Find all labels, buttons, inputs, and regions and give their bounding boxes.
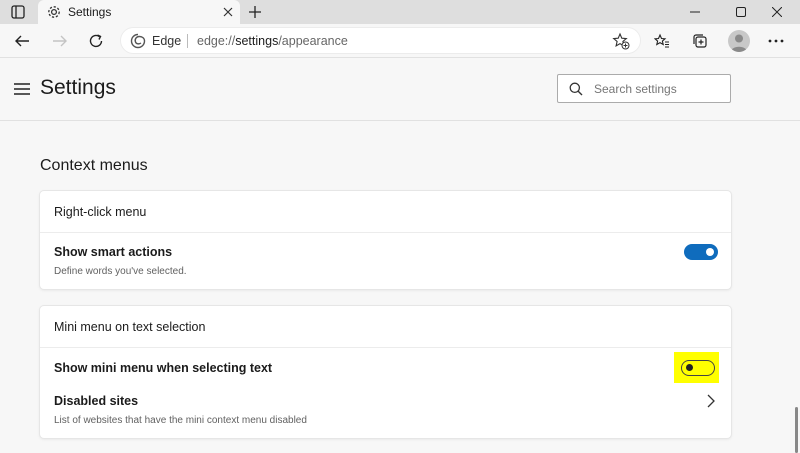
hamburger-menu-icon[interactable] (14, 83, 30, 95)
chevron-right-icon[interactable] (705, 394, 717, 408)
edge-icon (130, 33, 146, 49)
search-input[interactable] (594, 80, 724, 98)
show-mini-menu-title: Show mini menu when selecting text (54, 361, 273, 375)
close-icon (772, 7, 782, 17)
url-scheme: edge:// (197, 34, 236, 48)
forward-button[interactable] (48, 29, 72, 53)
smart-actions-title: Show smart actions (54, 245, 173, 259)
omnibox-divider (187, 34, 188, 48)
disabled-sites-title[interactable]: Disabled sites (54, 394, 138, 408)
section-title: Context menus (40, 157, 148, 174)
tab-title: Settings (68, 5, 112, 19)
back-button[interactable] (10, 29, 34, 53)
smart-actions-toggle[interactable] (684, 244, 718, 260)
card-heading: Right-click menu (54, 205, 147, 219)
url-path: /appearance (278, 34, 348, 48)
tab-strip: Settings (0, 0, 800, 24)
url-host: settings (235, 34, 279, 48)
site-label: Edge (152, 34, 182, 48)
favorites-icon (654, 33, 669, 48)
card-divider (40, 347, 731, 348)
smart-actions-description: Define words you've selected. (54, 266, 187, 277)
show-mini-menu-toggle[interactable] (681, 360, 715, 376)
tab-actions-button[interactable] (8, 3, 28, 21)
minimize-button[interactable] (672, 0, 718, 24)
right-click-menu-card: Right-click menu Show smart actions Defi… (40, 191, 731, 289)
scrollbar-thumb[interactable] (795, 407, 798, 453)
close-window-button[interactable] (754, 0, 800, 24)
tab-settings[interactable]: Settings (38, 0, 240, 24)
arrow-left-icon (15, 35, 29, 47)
disabled-sites-description: List of websites that have the mini cont… (54, 415, 307, 426)
refresh-button[interactable] (84, 29, 108, 53)
url-text[interactable]: edge://settings/appearance (197, 34, 348, 48)
close-icon (223, 7, 233, 17)
favorites-button[interactable] (650, 29, 674, 53)
maximize-icon (736, 7, 746, 17)
settings-header: Settings (0, 59, 800, 121)
page-title: Settings (40, 76, 116, 99)
gear-icon (48, 6, 60, 18)
card-divider (40, 232, 731, 233)
toggle-knob (686, 364, 693, 371)
address-bar[interactable]: Edge edge://settings/appearance (120, 27, 641, 54)
mini-menu-card: Mini menu on text selection Show mini me… (40, 306, 731, 438)
minimize-icon (690, 11, 700, 13)
more-icon (768, 39, 784, 43)
plus-icon (249, 6, 261, 18)
refresh-icon (89, 34, 103, 48)
add-favorite-icon[interactable] (612, 32, 630, 50)
toggle-knob (706, 248, 714, 256)
profile-avatar[interactable] (728, 30, 750, 52)
collections-button[interactable] (688, 29, 712, 53)
search-icon (569, 82, 583, 96)
collections-icon (693, 34, 707, 48)
arrow-right-icon (53, 35, 67, 47)
tab-close-button[interactable] (220, 4, 236, 20)
card-heading: Mini menu on text selection (54, 320, 206, 334)
profile-icon (731, 34, 747, 52)
toolbar: Edge edge://settings/appearance (0, 24, 800, 58)
tab-actions-icon (11, 5, 25, 19)
new-tab-button[interactable] (245, 2, 265, 22)
search-box[interactable] (557, 74, 731, 103)
more-menu-button[interactable] (764, 29, 788, 53)
